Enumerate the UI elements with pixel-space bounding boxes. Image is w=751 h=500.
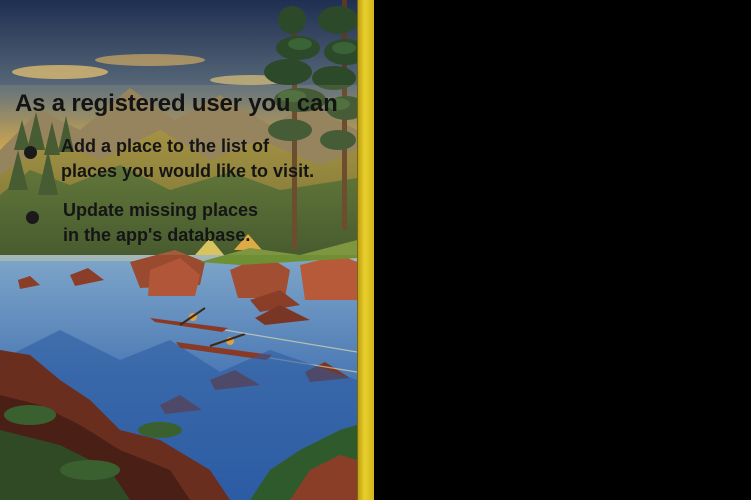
bullet-line: Update missing places: [63, 200, 259, 220]
screen: As a registered user you can Add a place…: [0, 0, 751, 500]
slide-heading: As a registered user you can: [15, 90, 338, 117]
bullet-text: Update missing places in the app's datab…: [63, 198, 333, 248]
bullet-item: Add a place to the list of places you wo…: [24, 134, 331, 184]
bullet-text: Add a place to the list of places you wo…: [61, 134, 331, 184]
lake-landscape-illustration: [0, 0, 357, 500]
bullet-dot-icon: [26, 211, 39, 224]
bullet-dot-icon: [24, 146, 37, 159]
bullet-line: places you would like to visit.: [61, 161, 315, 181]
bullet-line: Add a place to the list of: [61, 136, 270, 156]
bullet-item: Update missing places in the app's datab…: [26, 198, 333, 248]
bullet-line: in the app's database.: [63, 225, 251, 245]
illustration-panel: As a registered user you can Add a place…: [0, 0, 357, 500]
accent-strip: [357, 0, 374, 500]
